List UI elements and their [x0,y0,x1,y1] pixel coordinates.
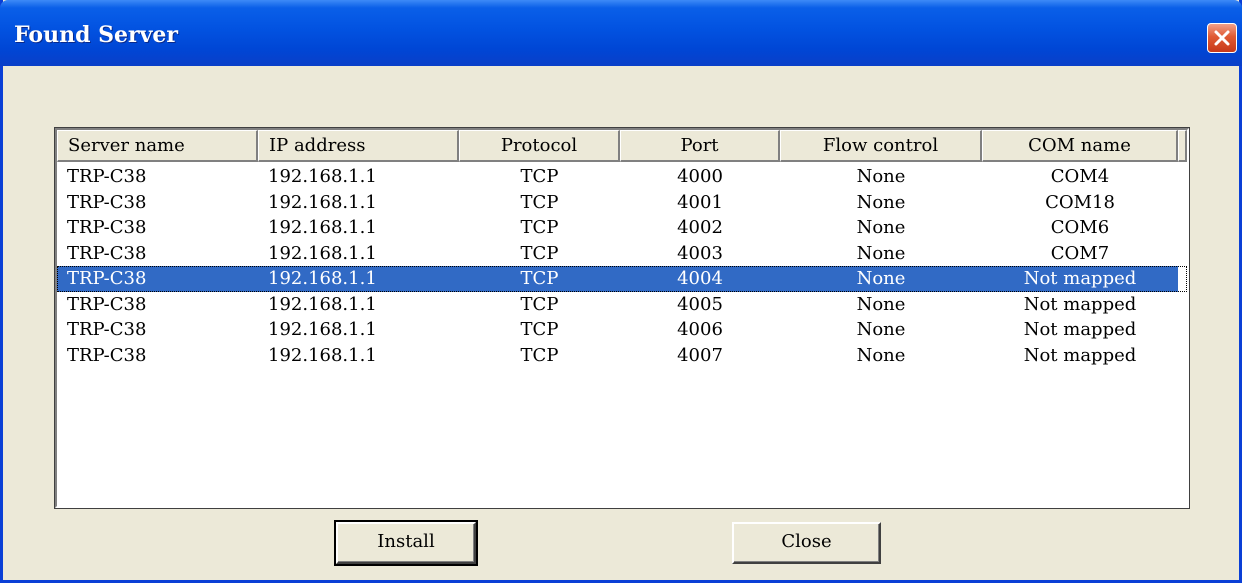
table-row[interactable]: TRP-C38 192.168.1.1 TCP 4006 None Not mapped [57,317,1187,343]
protocol-cell: TCP [520,217,559,238]
flow-control-cell: None [856,319,906,340]
column-header-port[interactable]: Port [620,130,780,162]
com-name-cell: Not mapped [982,266,1178,292]
flow-control-cell: None [856,293,906,315]
port-cell: 4006 [677,319,723,340]
ip-address-cell: 192.168.1.1 [268,242,377,264]
table-row[interactable]: TRP-C38 192.168.1.1 TCP 4003 None COM7 [57,241,1187,267]
server-name-cell: TRP-C38 [67,191,147,213]
port-cell: 4005 [677,293,723,315]
protocol-cell: TCP [459,266,620,292]
ip-address-cell: 192.168.1.1 [268,319,377,340]
port-cell: 4007 [677,344,723,366]
install-button[interactable]: Install [334,520,478,566]
server-name-cell: TRP-C38 [67,217,147,238]
server-name-cell: TRP-C38 [67,293,147,315]
table-row[interactable]: TRP-C38 192.168.1.1 TCP 4002 None COM6 [57,215,1187,241]
com-name-cell: Not mapped [1023,344,1137,366]
window-title: Found Server [14,22,178,48]
table-row[interactable]: TRP-C38 192.168.1.1 TCP 4004 None Not mapped [57,266,1187,292]
protocol-cell: TCP [520,293,559,315]
com-name-cell: COM18 [1045,191,1115,213]
server-list[interactable]: Server name IP address Protocol Port Flo… [54,127,1190,509]
flow-control-cell: None [856,242,906,264]
server-name-cell: TRP-C38 [67,166,147,187]
flow-control-cell: None [856,344,906,366]
found-server-dialog: Found Server Server name IP address Prot… [0,0,1242,583]
com-name-cell: COM7 [1050,242,1110,264]
protocol-cell: TCP [520,166,559,187]
table-row[interactable]: TRP-C38 192.168.1.1 TCP 4005 None Not mapped [57,292,1187,318]
column-header-ip-address[interactable]: IP address [258,130,459,162]
title-bar[interactable]: Found Server [0,0,1242,66]
flow-control-cell: None [856,191,906,213]
port-cell: 4001 [677,191,723,213]
flow-control-cell: None [856,217,906,238]
column-header-server-name[interactable]: Server name [57,130,258,162]
port-cell: 4003 [677,242,723,264]
port-cell: 4004 [620,266,780,292]
column-header-com-name[interactable]: COM name [982,130,1178,162]
flow-control-cell: None [856,166,906,187]
server-name-cell: TRP-C38 [67,319,147,340]
list-rows: TRP-C38 192.168.1.1 TCP 4000 None COM4 TRP-C38… [57,164,1187,368]
protocol-cell: TCP [520,191,559,213]
column-header-flow-control[interactable]: Flow control [780,130,982,162]
window-close-button[interactable] [1207,23,1237,53]
protocol-cell: TCP [520,344,559,366]
com-name-cell: COM6 [1050,217,1110,238]
table-row[interactable]: TRP-C38 192.168.1.1 TCP 4007 None Not mapped [57,343,1187,369]
list-header: Server name IP address Protocol Port Flo… [57,130,1187,162]
ip-address-cell: 192.168.1.1 [268,217,377,238]
protocol-cell: TCP [520,319,559,340]
column-header-filler [1178,130,1187,162]
ip-address-cell: 192.168.1.1 [268,293,377,315]
port-cell: 4002 [677,217,723,238]
table-row[interactable]: TRP-C38 192.168.1.1 TCP 4001 None COM18 [57,190,1187,216]
ip-address-cell: 192.168.1.1 [268,344,377,366]
server-name-cell: TRP-C38 [67,242,147,264]
port-cell: 4000 [677,166,723,187]
com-name-cell: Not mapped [1023,293,1137,315]
column-header-protocol[interactable]: Protocol [459,130,620,162]
table-row[interactable]: TRP-C38 192.168.1.1 TCP 4000 None COM4 [57,164,1187,190]
close-button[interactable]: Close [732,522,881,564]
ip-address-cell: 192.168.1.1 [268,191,377,213]
flow-control-cell: None [780,266,982,292]
com-name-cell: Not mapped [1023,319,1137,340]
close-icon [1214,30,1230,46]
server-name-cell: TRP-C38 [67,344,147,366]
protocol-cell: TCP [520,242,559,264]
ip-address-cell: 192.168.1.1 [258,266,459,292]
com-name-cell: COM4 [1050,166,1110,187]
ip-address-cell: 192.168.1.1 [268,166,377,187]
server-name-cell: TRP-C38 [57,266,258,292]
